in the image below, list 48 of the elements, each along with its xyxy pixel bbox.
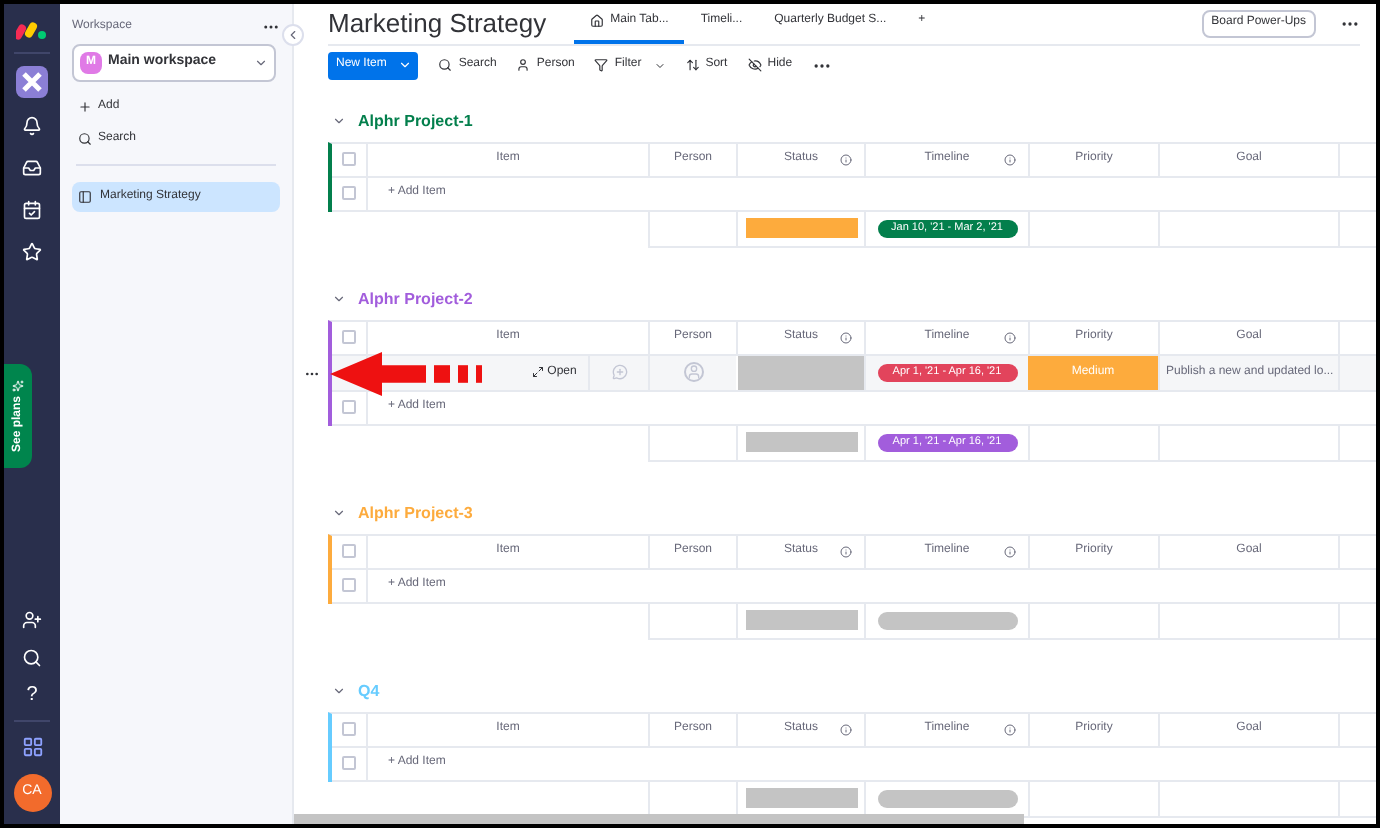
chevron-icon[interactable]: [332, 114, 346, 128]
plus-icon: [78, 100, 92, 114]
person-icon: [516, 58, 531, 72]
home-icon: [590, 14, 605, 29]
chevron-icon: [254, 56, 268, 70]
star-icon[interactable]: [22, 242, 42, 262]
info-icon[interactable]: [840, 331, 852, 343]
help-icon[interactable]: ?: [26, 686, 38, 706]
info-icon[interactable]: [1004, 545, 1016, 557]
info-icon[interactable]: [840, 545, 852, 557]
chevron-icon[interactable]: [332, 506, 346, 520]
checkbox[interactable]: [342, 756, 356, 770]
checkbox[interactable]: [342, 330, 356, 344]
search-icon[interactable]: [22, 648, 42, 668]
inbox-icon[interactable]: [22, 158, 42, 178]
chevron-icon: [653, 59, 666, 71]
info-icon[interactable]: [840, 723, 852, 735]
filter-icon: [594, 58, 609, 72]
checkbox[interactable]: [342, 578, 356, 592]
chevron-icon: [398, 58, 413, 72]
chevron-icon[interactable]: [332, 684, 346, 698]
bell-icon[interactable]: [22, 116, 42, 136]
checkbox[interactable]: [342, 400, 356, 414]
logo-icon: [16, 20, 48, 40]
info-icon[interactable]: [1004, 153, 1016, 165]
sparkle-icon: [12, 379, 24, 392]
group-title[interactable]: Alphr Project-2: [358, 287, 473, 311]
group-title[interactable]: Alphr Project-1: [358, 109, 473, 133]
eye-icon: [747, 58, 762, 72]
search-icon: [438, 58, 453, 72]
info-icon[interactable]: [1004, 723, 1016, 735]
board-icon: [78, 190, 92, 204]
calendar-icon[interactable]: [22, 200, 42, 220]
info-icon[interactable]: [1004, 331, 1016, 343]
invite-icon[interactable]: [22, 610, 42, 630]
chevron-left-icon: [286, 28, 300, 42]
checkbox[interactable]: [342, 186, 356, 200]
chevron-icon[interactable]: [332, 292, 346, 306]
search-icon: [78, 132, 92, 146]
checkbox[interactable]: [342, 544, 356, 558]
scrollbar[interactable]: [294, 814, 1024, 824]
board-title: Marketing Strategy: [328, 6, 547, 42]
info-icon[interactable]: [840, 153, 852, 165]
sort-icon: [685, 58, 700, 72]
checkbox[interactable]: [342, 152, 356, 166]
checkbox[interactable]: [342, 722, 356, 736]
apps-icon[interactable]: [21, 736, 43, 758]
workspace-icon[interactable]: [16, 66, 48, 98]
